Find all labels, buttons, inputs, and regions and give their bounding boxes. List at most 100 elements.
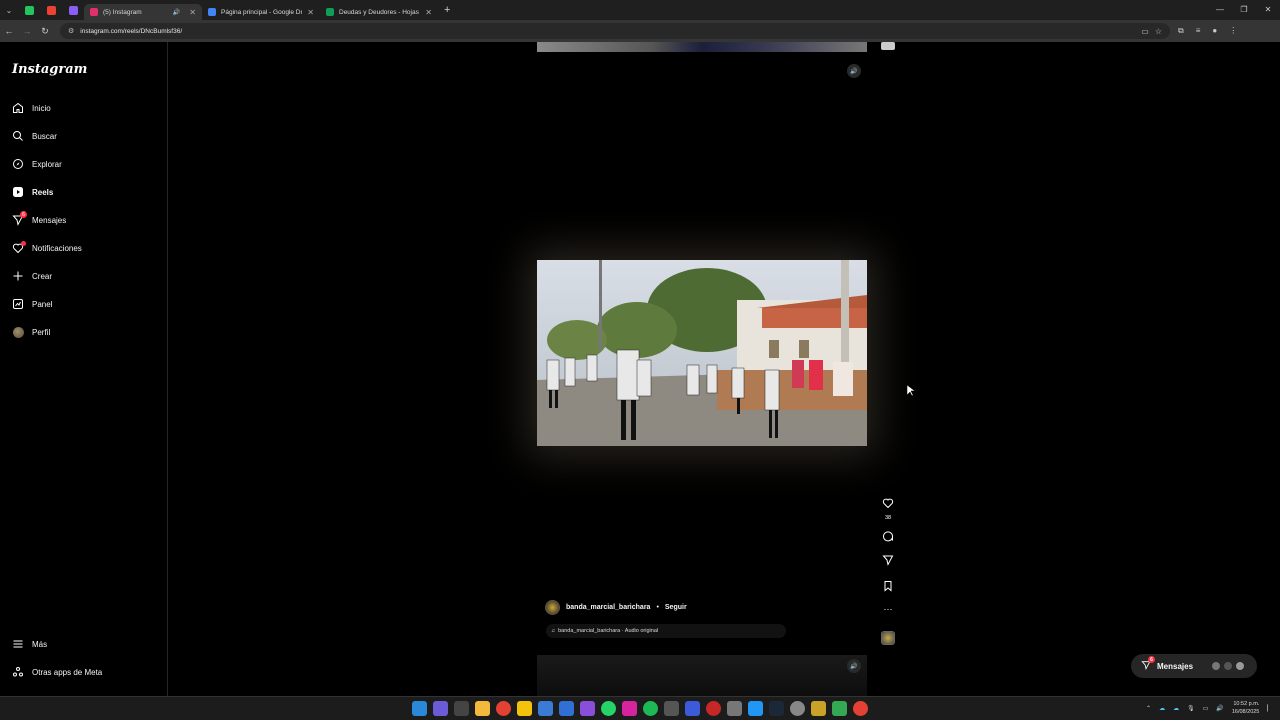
chrome-icon[interactable] (853, 701, 868, 716)
save-button[interactable] (880, 579, 896, 597)
file-explorer-icon[interactable] (475, 701, 490, 716)
steam-icon[interactable] (769, 701, 784, 716)
close-tab-icon[interactable]: ✕ (307, 8, 314, 17)
maximize-icon[interactable]: ❐ (1232, 0, 1256, 20)
reel-username[interactable]: banda_marcial_barichara (566, 604, 650, 611)
settings-icon[interactable] (727, 701, 742, 716)
back-icon[interactable]: ← (0, 26, 18, 36)
chrome-icon[interactable] (496, 701, 511, 716)
follow-button[interactable]: Seguir (665, 604, 687, 611)
tab-title: Página principal - Google Drive (221, 8, 303, 16)
system-clock[interactable]: 10:52 p.m. 16/08/2025 (1232, 700, 1260, 716)
minimize-icon[interactable]: — (1208, 0, 1232, 20)
defender-icon[interactable] (685, 701, 700, 716)
audio-thumbnail (881, 631, 895, 645)
app-icon[interactable] (790, 701, 805, 716)
gmail-icon (46, 5, 56, 15)
whatsapp-icon[interactable] (601, 701, 616, 716)
network-icon[interactable]: ▭ (1203, 705, 1209, 712)
mute-toggle-icon[interactable]: 🔊 (847, 659, 861, 673)
profile-icon[interactable]: ● (1212, 26, 1217, 36)
sidebar-item-panel[interactable]: Panel (12, 294, 162, 314)
pinned-tab[interactable] (62, 0, 84, 20)
more-menu-button[interactable]: Más (12, 634, 162, 654)
calculator-icon[interactable] (664, 701, 679, 716)
close-tab-icon[interactable]: ✕ (189, 8, 196, 17)
app-icon[interactable] (832, 701, 847, 716)
cloud-icon[interactable]: ☁ (1173, 705, 1179, 712)
tab-search-icon[interactable]: ⌄ (0, 0, 18, 20)
sidebar-item-notificaciones[interactable]: Notificaciones (12, 238, 162, 258)
editor-icon[interactable] (538, 701, 553, 716)
mic-icon[interactable]: 🎙 (1187, 705, 1195, 712)
site-info-icon[interactable]: ⚙ (68, 27, 74, 35)
chevron-up-icon[interactable]: ⌃ (1146, 705, 1151, 712)
audio-label: banda_marcial_barichara · Audio original (558, 628, 659, 634)
sheets-favicon-icon (326, 8, 334, 16)
avatar (1223, 661, 1233, 671)
menu-icon[interactable]: ⋮ (1229, 26, 1237, 36)
reel-video[interactable] (537, 260, 867, 446)
media-icon[interactable]: ≡ (1196, 26, 1201, 36)
media-player-icon[interactable] (706, 701, 721, 716)
instagram-favicon-icon (90, 8, 98, 16)
sidebar-item-inicio[interactable]: Inicio (12, 98, 162, 118)
window-controls: — ❐ ✕ (1208, 0, 1280, 20)
task-view-icon[interactable] (454, 701, 469, 716)
tab-instagram[interactable]: (5) Instagram 🔊 ✕ (84, 4, 202, 20)
pinned-tab[interactable] (18, 0, 40, 20)
system-tray: ⌃ ☁ ☁ 🎙 ▭ 🔊 10:52 p.m. 16/08/2025 ▏ (1146, 700, 1272, 716)
meta-apps-button[interactable]: Otras apps de Meta (12, 662, 162, 682)
onedrive-icon[interactable]: ☁ (1159, 705, 1165, 712)
sidebar-item-perfil[interactable]: Perfil (12, 322, 162, 342)
sidebar-item-explorar[interactable]: Explorar (12, 154, 162, 174)
audio-avatar[interactable] (880, 631, 896, 645)
share-button[interactable] (880, 553, 896, 571)
more-options-icon[interactable]: ··· (880, 604, 896, 614)
audio-attribution[interactable]: ♫ banda_marcial_barichara · Audio origin… (546, 624, 786, 638)
sidebar-item-crear[interactable]: Crear (12, 266, 162, 286)
profile-avatar-wrap (12, 326, 24, 338)
mouse-cursor-icon (907, 385, 915, 397)
copilot-icon[interactable] (433, 701, 448, 716)
app-icon[interactable] (748, 701, 763, 716)
app-icon[interactable] (811, 701, 826, 716)
instagram-logo[interactable]: Instagram (12, 62, 87, 77)
forward-icon[interactable]: → (18, 26, 36, 36)
sidebar-item-mensajes[interactable]: 6 Mensajes (12, 210, 162, 230)
messages-floating-button[interactable]: 6 Mensajes (1131, 654, 1257, 678)
clock-date: 16/08/2025 (1231, 709, 1260, 715)
next-reel-video[interactable] (537, 655, 867, 696)
new-tab-button[interactable]: + (438, 4, 456, 16)
pinned-tab[interactable] (40, 0, 62, 20)
volume-icon[interactable]: 🔊 (1216, 705, 1223, 712)
previous-reel-avatar[interactable] (881, 42, 895, 50)
address-bar[interactable]: ⚙ instagram.com/reels/DNcBumlsf36/ ▭ ☆ (60, 23, 1170, 39)
search-icon (12, 130, 24, 142)
instagram-app-icon[interactable] (622, 701, 637, 716)
spotify-icon[interactable] (643, 701, 658, 716)
sidebar-item-buscar[interactable]: Buscar (12, 126, 162, 146)
tab-sheets[interactable]: Deudas y Deudores - Hojas de ✕ (320, 4, 438, 20)
messenger-app-icon[interactable] (580, 701, 595, 716)
extensions-icon[interactable]: ⧉ (1178, 26, 1184, 36)
install-app-icon[interactable]: ▭ (1141, 27, 1149, 36)
speaker-icon[interactable]: 🔊 (173, 9, 180, 16)
bookmark-star-icon[interactable]: ☆ (1155, 27, 1162, 36)
previous-reel-video[interactable] (537, 42, 867, 52)
tab-google-drive[interactable]: Página principal - Google Drive ✕ (202, 4, 320, 20)
start-icon[interactable] (412, 701, 427, 716)
notes-icon[interactable] (517, 701, 532, 716)
close-window-icon[interactable]: ✕ (1256, 0, 1280, 20)
avatar[interactable] (545, 600, 560, 615)
reload-icon[interactable]: ↻ (36, 26, 54, 37)
like-button[interactable]: 38 (880, 496, 896, 521)
separator-dot: • (656, 604, 659, 611)
sidebar-item-reels[interactable]: Reels (12, 182, 162, 202)
outlook-icon[interactable] (559, 701, 574, 716)
notifications-icon[interactable]: ▏ (1267, 705, 1272, 712)
close-tab-icon[interactable]: ✕ (425, 8, 432, 17)
mute-toggle-icon[interactable]: 🔊 (847, 64, 861, 78)
comment-button[interactable] (880, 529, 896, 547)
messages-label: Mensajes (1157, 661, 1194, 671)
